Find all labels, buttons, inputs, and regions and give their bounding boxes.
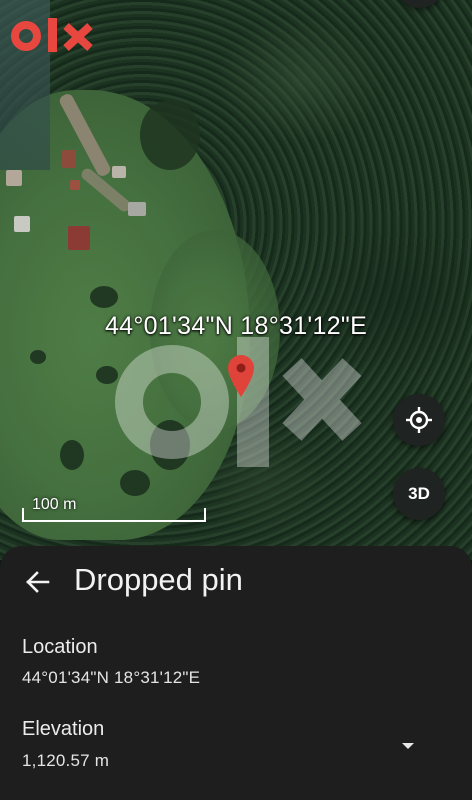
map-trees bbox=[90, 286, 118, 308]
olx-logo bbox=[11, 18, 93, 52]
map-house bbox=[62, 150, 76, 168]
map-trees bbox=[140, 100, 200, 170]
map-house bbox=[128, 202, 146, 216]
satellite-map[interactable]: 44°01'34"N 18°31'12"E 3D 100 m bbox=[0, 0, 472, 560]
elevation-label: Elevation bbox=[22, 718, 105, 740]
arrow-back-icon[interactable] bbox=[24, 568, 52, 596]
olx-watermark bbox=[115, 337, 362, 467]
map-house bbox=[6, 170, 22, 186]
sheet-title: Dropped pin bbox=[74, 562, 243, 597]
scale-bar bbox=[22, 508, 206, 522]
my-location-button[interactable] bbox=[393, 394, 445, 446]
map-layers-button[interactable] bbox=[396, 0, 444, 8]
elevation-value: 1,120.57 m bbox=[22, 751, 110, 770]
map-trees bbox=[120, 470, 150, 496]
map-house bbox=[112, 166, 126, 178]
dropdown-arrow-icon[interactable] bbox=[398, 738, 418, 754]
map-pin-icon[interactable] bbox=[228, 355, 254, 401]
dropped-pin-sheet[interactable]: Dropped pin Location 44°01'34"N 18°31'12… bbox=[0, 546, 472, 800]
three-d-button[interactable]: 3D bbox=[393, 468, 445, 520]
map-coordinates-label: 44°01'34"N 18°31'12"E bbox=[104, 312, 368, 340]
map-house bbox=[68, 226, 90, 250]
map-trees bbox=[60, 440, 84, 470]
location-value[interactable]: 44°01'34"N 18°31'12"E bbox=[22, 668, 200, 688]
location-label: Location bbox=[22, 636, 98, 658]
map-trees bbox=[30, 350, 46, 364]
my-location-icon bbox=[406, 407, 432, 433]
map-house bbox=[14, 216, 30, 232]
map-house bbox=[70, 180, 80, 190]
